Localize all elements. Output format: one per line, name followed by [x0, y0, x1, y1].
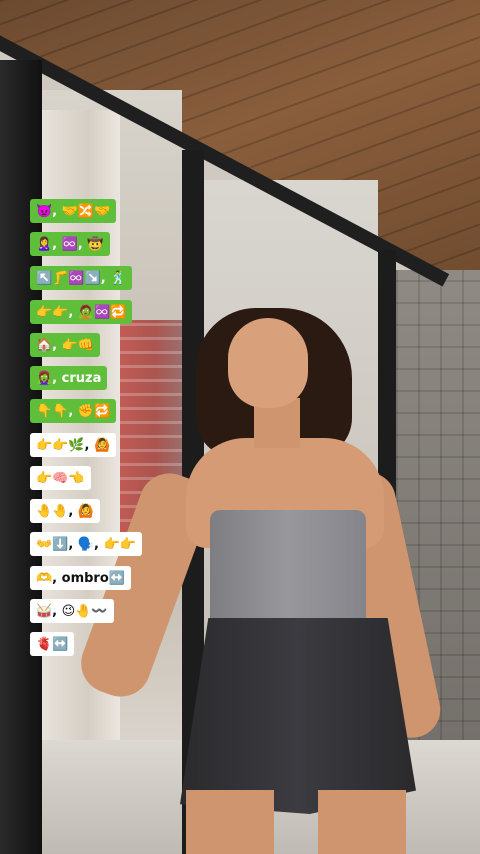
caption-step-12: 🫶, ombro↔️: [30, 566, 131, 590]
caption-step-10: 🤚🤚, 🙆: [30, 499, 101, 523]
caption-step-4: 👉👉, 🧟♾️🔁: [30, 300, 133, 324]
caption-step-13: 🥁, 😉🤚〰️: [30, 599, 114, 623]
caption-step-2: 🙎‍♀️, ♾️, 🤠: [30, 232, 110, 256]
caption-step-9: 👉🧠👈: [30, 466, 91, 490]
dance-step-captions: 👿, 🤝🔀🤝 🙎‍♀️, ♾️, 🤠 ↖️🦵♾️↘️, 🕺 👉👉, 🧟♾️🔁 🏠…: [0, 0, 480, 854]
caption-step-14: 🫀↔️: [30, 632, 75, 656]
caption-step-8: 👉👉🌿, 🙆: [30, 433, 117, 457]
caption-step-7: 👇👇, ✊🔁: [30, 399, 117, 423]
caption-step-1: 👿, 🤝🔀🤝: [30, 199, 117, 223]
caption-step-6: 🧟‍♀️, cruza: [30, 366, 108, 390]
caption-step-5: 🏠, 👉👊: [30, 333, 101, 357]
caption-step-11: 👐⬇️, 🗣️, 👉👉: [30, 532, 142, 556]
caption-step-3: ↖️🦵♾️↘️, 🕺: [30, 266, 133, 290]
